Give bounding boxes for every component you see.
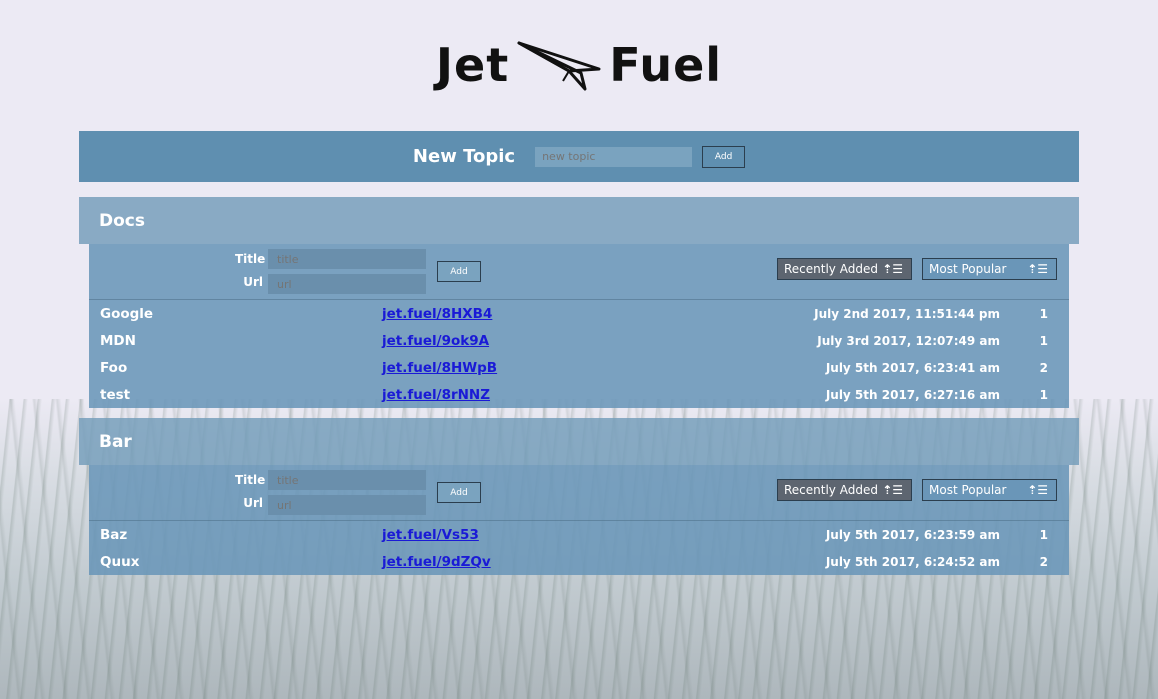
link-date: July 3rd 2017, 12:07:49 am — [817, 334, 1000, 348]
new-topic-add-button[interactable]: Add — [702, 145, 746, 168]
link-click-count: 1 — [1039, 307, 1048, 321]
sort-most-popular-button[interactable]: Most Popular ⇡☰ — [922, 479, 1057, 501]
sort-ascending-icon: ⇡☰ — [1027, 483, 1048, 497]
add-link-form: Title Url Add Recently Added ⇡☰ Most Pop… — [89, 244, 1069, 300]
link-click-count: 2 — [1039, 555, 1048, 569]
sort-most-popular-button[interactable]: Most Popular ⇡☰ — [922, 258, 1057, 280]
new-topic-label: New Topic — [412, 146, 516, 167]
sort-ascending-icon: ⇡☰ — [882, 483, 903, 497]
paper-plane-icon — [517, 41, 601, 91]
topic-docs: Docs Title Url Add Recently Added ⇡☰ Mos… — [79, 197, 1079, 408]
link-row: Quux jet.fuel/9dZQv July 5th 2017, 6:24:… — [89, 548, 1069, 575]
new-topic-input[interactable] — [535, 146, 693, 167]
topic-header: Bar — [79, 418, 1079, 465]
sort-recently-added-button[interactable]: Recently Added ⇡☰ — [777, 479, 912, 501]
link-title: Foo — [100, 360, 128, 376]
url-input[interactable] — [268, 274, 426, 294]
url-label: Url — [243, 275, 263, 289]
link-date: July 5th 2017, 6:23:41 am — [825, 361, 1000, 375]
link-title: Google — [100, 306, 154, 322]
link-date: July 5th 2017, 6:23:59 am — [825, 528, 1000, 542]
link-title: test — [100, 387, 131, 403]
new-topic-bar: New Topic Add — [79, 131, 1079, 182]
short-link[interactable]: jet.fuel/8HXB4 — [382, 306, 492, 322]
link-title: MDN — [100, 333, 136, 349]
sort-ascending-icon: ⇡☰ — [882, 262, 903, 276]
link-row: MDN jet.fuel/9ok9A July 3rd 2017, 12:07:… — [89, 327, 1069, 354]
short-link[interactable]: jet.fuel/9ok9A — [382, 333, 489, 349]
short-link[interactable]: jet.fuel/9dZQv — [382, 554, 491, 570]
link-row: Foo jet.fuel/8HWpB July 5th 2017, 6:23:4… — [89, 354, 1069, 381]
link-date: July 5th 2017, 6:24:52 am — [825, 555, 1000, 569]
jetfuel-logo: Jet Fuel — [0, 38, 1158, 92]
add-link-button[interactable]: Add — [437, 261, 481, 282]
link-click-count: 1 — [1039, 528, 1048, 542]
link-click-count: 2 — [1039, 361, 1048, 375]
short-link[interactable]: jet.fuel/8rNNZ — [382, 387, 490, 403]
url-label: Url — [243, 496, 263, 510]
topic-body: Title Url Add Recently Added ⇡☰ Most Pop… — [89, 465, 1069, 575]
short-link[interactable]: jet.fuel/8HWpB — [382, 360, 497, 376]
sort-ascending-icon: ⇡☰ — [1027, 262, 1048, 276]
topic-body: Title Url Add Recently Added ⇡☰ Most Pop… — [89, 244, 1069, 408]
link-title: Quux — [100, 554, 140, 570]
title-input[interactable] — [268, 470, 426, 490]
sort-recent-label: Recently Added — [784, 483, 878, 497]
link-row: test jet.fuel/8rNNZ July 5th 2017, 6:27:… — [89, 381, 1069, 408]
url-input[interactable] — [268, 495, 426, 515]
add-link-button[interactable]: Add — [437, 482, 481, 503]
sort-popular-label: Most Popular — [929, 483, 1007, 497]
add-link-form: Title Url Add Recently Added ⇡☰ Most Pop… — [89, 465, 1069, 521]
title-input[interactable] — [268, 249, 426, 269]
title-label: Title — [235, 473, 266, 487]
topic-header: Docs — [79, 197, 1079, 244]
link-title: Baz — [100, 527, 128, 543]
link-row: Baz jet.fuel/Vs53 July 5th 2017, 6:23:59… — [89, 521, 1069, 548]
link-row: Google jet.fuel/8HXB4 July 2nd 2017, 11:… — [89, 300, 1069, 327]
sort-popular-label: Most Popular — [929, 262, 1007, 276]
topic-bar: Bar Title Url Add Recently Added ⇡☰ Most… — [79, 418, 1079, 575]
link-click-count: 1 — [1039, 334, 1048, 348]
short-link[interactable]: jet.fuel/Vs53 — [382, 527, 479, 543]
sort-recent-label: Recently Added — [784, 262, 878, 276]
sort-recently-added-button[interactable]: Recently Added ⇡☰ — [777, 258, 912, 280]
title-label: Title — [235, 252, 266, 266]
link-click-count: 1 — [1039, 388, 1048, 402]
link-date: July 5th 2017, 6:27:16 am — [825, 388, 1000, 402]
link-date: July 2nd 2017, 11:51:44 pm — [814, 307, 1000, 321]
logo-word-left: Jet — [435, 38, 510, 92]
logo-word-right: Fuel — [609, 38, 723, 92]
